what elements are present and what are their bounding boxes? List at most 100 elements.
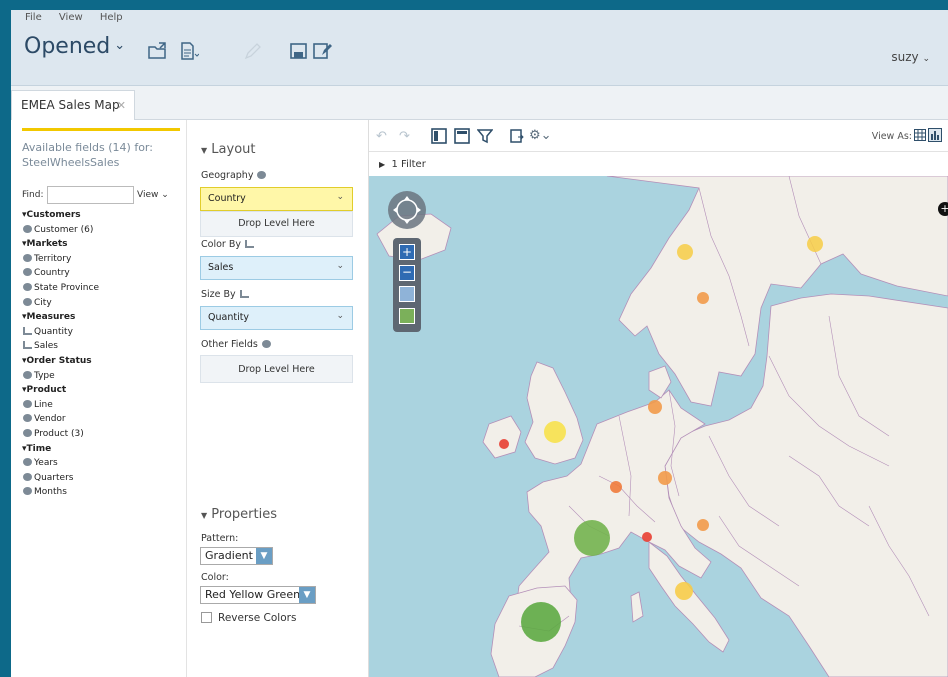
field-item[interactable]: City bbox=[22, 296, 99, 311]
other-fields-label: Other Fields bbox=[201, 339, 271, 350]
layer-switcher-icon[interactable] bbox=[399, 308, 415, 324]
field-item[interactable]: Country bbox=[22, 266, 99, 281]
field-item[interactable]: Product (3) bbox=[22, 427, 99, 442]
gear-icon[interactable]: ⚙⌄ bbox=[529, 128, 552, 143]
chevron-down-icon[interactable]: ⌄ bbox=[336, 311, 344, 321]
geo-icon bbox=[23, 224, 32, 233]
opened-label: Opened bbox=[24, 34, 111, 59]
color-select[interactable]: Red Yellow Green ▼ bbox=[200, 586, 316, 604]
geo-map[interactable]: + − + bbox=[369, 176, 948, 677]
zoom-out-icon[interactable]: − bbox=[399, 265, 415, 281]
properties-section-toggle[interactable]: ▼ Properties bbox=[201, 507, 277, 522]
view-as-label: View As: bbox=[871, 131, 912, 142]
field-item[interactable]: Months bbox=[22, 485, 99, 500]
color-by-label: Color By bbox=[201, 239, 254, 250]
field-item[interactable]: Line bbox=[22, 398, 99, 413]
chevron-down-icon[interactable]: ⌄ bbox=[336, 192, 344, 202]
map-nav-control: + − bbox=[387, 190, 427, 332]
field-category[interactable]: ▾Customers bbox=[22, 208, 99, 223]
size-by-label-text: Size By bbox=[201, 289, 236, 300]
available-fields-header: Available fields (14) for: SteelWheelsSa… bbox=[22, 140, 172, 170]
field-item[interactable]: Quantity bbox=[22, 325, 99, 340]
field-item[interactable]: Territory bbox=[22, 252, 99, 267]
zoom-in-icon[interactable]: + bbox=[399, 244, 415, 260]
pan-control-icon[interactable] bbox=[387, 190, 427, 230]
color-label: Color: bbox=[201, 572, 229, 583]
field-item[interactable]: Type bbox=[22, 369, 99, 384]
chevron-down-icon[interactable]: ▼ bbox=[256, 548, 272, 564]
layout-panel-icon[interactable] bbox=[431, 128, 447, 144]
field-category[interactable]: ▾Markets bbox=[22, 237, 99, 252]
geo-icon bbox=[261, 340, 271, 348]
geography-label-text: Geography bbox=[201, 170, 254, 181]
report-layout-icon[interactable] bbox=[454, 128, 470, 144]
bubble-spain bbox=[521, 602, 561, 642]
field-label: Quarters bbox=[34, 472, 74, 483]
panel-accent-bar bbox=[22, 128, 180, 131]
menu-view[interactable]: View bbox=[59, 12, 83, 23]
opened-menu[interactable]: Opened ⌄ bbox=[24, 34, 125, 59]
table-view-icon[interactable] bbox=[914, 129, 926, 141]
measure-icon bbox=[244, 240, 254, 248]
bubble-uk bbox=[544, 421, 566, 443]
menu-help[interactable]: Help bbox=[100, 12, 123, 23]
field-label: State Province bbox=[34, 282, 99, 293]
field-label: Months bbox=[34, 487, 67, 498]
field-item[interactable]: Sales bbox=[22, 339, 99, 354]
reverse-colors-checkbox[interactable] bbox=[201, 612, 212, 623]
geography-drop-zone[interactable]: Drop Level Here bbox=[200, 211, 353, 237]
field-item[interactable]: Customer (6) bbox=[22, 223, 99, 238]
zoom-toolbar: + − bbox=[393, 238, 421, 332]
field-item[interactable]: State Province bbox=[22, 281, 99, 296]
size-by-field[interactable]: Quantity ⌄ bbox=[200, 306, 353, 330]
field-category[interactable]: ▾Measures bbox=[22, 310, 99, 325]
geo-icon bbox=[23, 253, 32, 262]
zoom-extent-icon[interactable] bbox=[399, 286, 415, 302]
chevron-down-icon[interactable]: ▼ bbox=[299, 587, 315, 603]
refresh-icon[interactable] bbox=[509, 128, 525, 144]
new-report-icon[interactable] bbox=[179, 42, 199, 60]
view-dropdown[interactable]: View ⌄ bbox=[137, 190, 169, 200]
field-item[interactable]: Vendor bbox=[22, 412, 99, 427]
size-by-value: Quantity bbox=[208, 312, 250, 323]
geo-icon bbox=[257, 171, 267, 179]
caret-down-icon: ▼ bbox=[201, 511, 208, 520]
field-label: Customer (6) bbox=[34, 224, 94, 235]
field-category[interactable]: ▾Order Status bbox=[22, 354, 99, 369]
filter-toggle[interactable]: ▶ 1 Filter bbox=[379, 159, 426, 170]
land-ireland bbox=[482, 415, 522, 459]
caret-right-icon: ▶ bbox=[379, 160, 386, 169]
pattern-select[interactable]: Gradient ▼ bbox=[200, 547, 273, 565]
measure-icon bbox=[23, 326, 32, 335]
user-menu[interactable]: suzy ⌄ bbox=[891, 50, 930, 64]
bubble-norway bbox=[677, 244, 693, 260]
color-by-value: Sales bbox=[208, 262, 234, 273]
layout-section-toggle[interactable]: ▼ Layout bbox=[201, 142, 256, 157]
menu-file[interactable]: File bbox=[25, 12, 42, 23]
open-folder-icon[interactable] bbox=[148, 42, 168, 60]
geo-icon bbox=[23, 472, 32, 481]
tab-emea-sales-map[interactable]: EMEA Sales Map ✕ bbox=[11, 90, 135, 120]
field-item[interactable]: Years bbox=[22, 456, 99, 471]
field-category[interactable]: ▾Time bbox=[22, 442, 99, 457]
save-icon[interactable] bbox=[289, 42, 309, 60]
redo-icon: ↷ bbox=[399, 129, 410, 144]
field-label: Time bbox=[26, 443, 52, 454]
field-item[interactable]: Quarters bbox=[22, 471, 99, 486]
color-by-field[interactable]: Sales ⌄ bbox=[200, 256, 353, 280]
measure-icon bbox=[239, 290, 249, 298]
other-fields-drop-zone[interactable]: Drop Level Here bbox=[200, 355, 353, 383]
save-as-icon[interactable] bbox=[313, 42, 333, 60]
geo-icon bbox=[23, 458, 32, 467]
pattern-value: Gradient bbox=[205, 549, 253, 562]
field-category[interactable]: ▾Product bbox=[22, 383, 99, 398]
filter-icon[interactable] bbox=[477, 128, 493, 144]
chart-view-icon[interactable] bbox=[928, 128, 942, 142]
map-canvas[interactable] bbox=[369, 176, 948, 677]
close-icon[interactable]: ✕ bbox=[117, 99, 126, 112]
find-input[interactable] bbox=[47, 186, 134, 204]
geography-field[interactable]: Country ⌄ bbox=[200, 187, 353, 211]
find-label: Find: bbox=[22, 190, 44, 200]
chevron-down-icon[interactable]: ⌄ bbox=[336, 261, 344, 271]
expand-icon[interactable]: + bbox=[938, 202, 948, 216]
